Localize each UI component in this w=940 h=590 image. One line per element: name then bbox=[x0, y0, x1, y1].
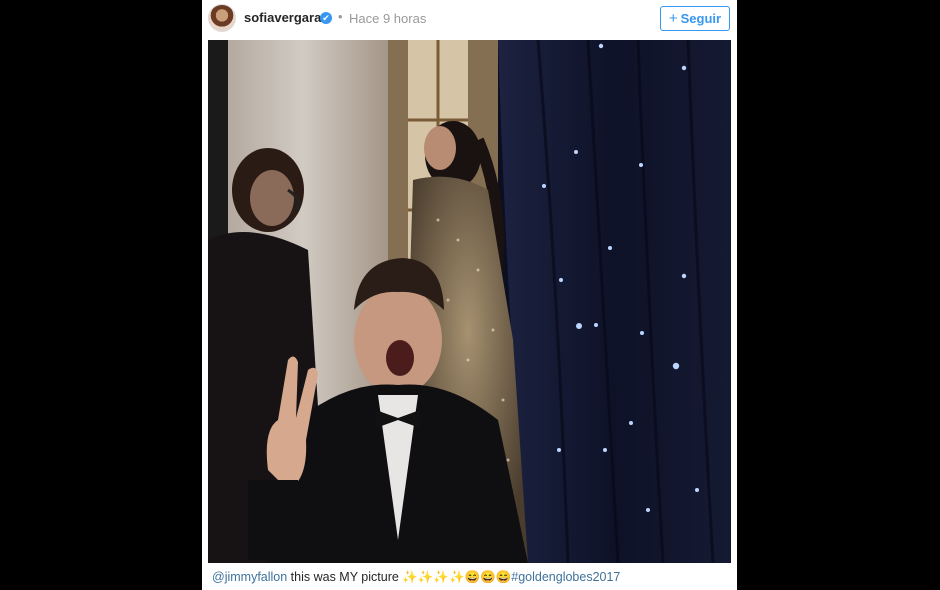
mention-link[interactable]: @jimmyfallon bbox=[212, 570, 287, 584]
profile-avatar[interactable] bbox=[208, 4, 236, 32]
post-caption: @jimmyfallon this was MY picture ✨✨✨✨😄😄😄… bbox=[212, 570, 620, 585]
hashtag-link[interactable]: #goldenglobes2017 bbox=[511, 570, 620, 584]
follow-label: Seguir bbox=[680, 11, 722, 26]
post-photo[interactable] bbox=[208, 40, 731, 563]
photo-illustration bbox=[208, 40, 731, 563]
instagram-post-card: sofiavergara ✔ • Hace 9 horas + Seguir @… bbox=[202, 0, 737, 590]
post-timestamp: Hace 9 horas bbox=[349, 11, 427, 26]
caption-text: this was MY picture ✨✨✨✨😄😄😄 bbox=[287, 570, 512, 584]
follow-button[interactable]: + Seguir bbox=[660, 6, 730, 31]
plus-icon: + bbox=[668, 10, 678, 27]
username-link[interactable]: sofiavergara bbox=[244, 10, 321, 25]
post-header: sofiavergara ✔ • Hace 9 horas + Seguir bbox=[202, 0, 737, 40]
separator-dot: • bbox=[338, 9, 343, 24]
verified-badge-icon: ✔ bbox=[320, 12, 332, 24]
